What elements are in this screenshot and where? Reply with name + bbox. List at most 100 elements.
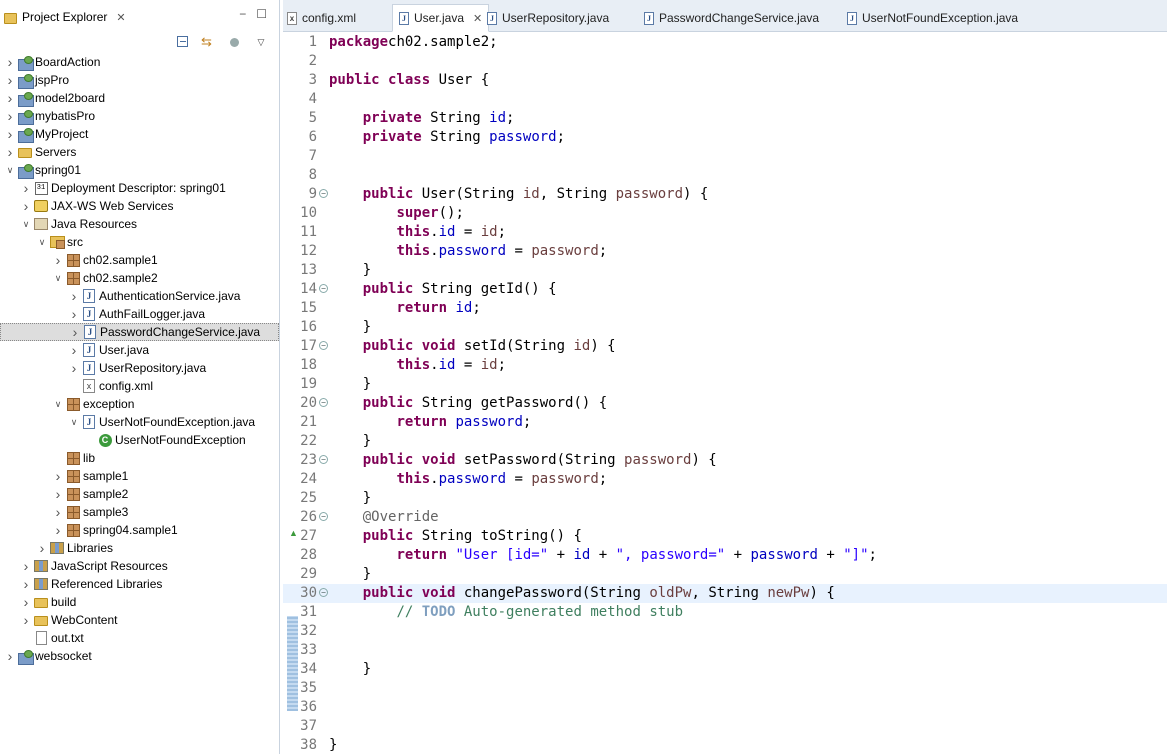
collapsed-chevron-icon[interactable]: › xyxy=(52,251,64,269)
tree-item[interactable]: ∨ ch02.sample2 xyxy=(0,269,279,287)
code-line[interactable]: 9− public User(String id, String passwor… xyxy=(283,185,1167,204)
code-line[interactable]: 29 } xyxy=(283,565,1167,584)
code-line[interactable]: 20− public String getPassword() { xyxy=(283,394,1167,413)
code-line[interactable]: 28 return "User [id=" + id + ", password… xyxy=(283,546,1167,565)
code-line[interactable]: 10 super(); xyxy=(283,204,1167,223)
collapsed-chevron-icon[interactable]: › xyxy=(20,593,32,611)
tree-item[interactable]: › spring04.sample1 xyxy=(0,521,279,539)
fold-toggle-icon[interactable]: − xyxy=(319,512,328,521)
filter-icon[interactable] xyxy=(227,34,243,50)
collapsed-chevron-icon[interactable]: › xyxy=(4,125,16,143)
code-line[interactable]: 24 this.password = password; xyxy=(283,470,1167,489)
code-line[interactable]: 3 public class User { xyxy=(283,71,1167,90)
code-line[interactable]: 18 this.id = id; xyxy=(283,356,1167,375)
tree-item[interactable]: › J User.java xyxy=(0,341,279,359)
collapse-all-icon[interactable] xyxy=(175,34,191,50)
expanded-chevron-icon[interactable]: ∨ xyxy=(36,233,48,251)
tree-item[interactable]: › JAX-WS Web Services xyxy=(0,197,279,215)
code-line[interactable]: 32 xyxy=(283,622,1167,641)
tree-item[interactable]: › websocket xyxy=(0,647,279,665)
code-line[interactable]: 35 xyxy=(283,679,1167,698)
tree-item[interactable]: › sample3 xyxy=(0,503,279,521)
link-with-editor-icon[interactable]: ⇆ xyxy=(201,34,217,50)
expanded-chevron-icon[interactable]: ∨ xyxy=(52,395,64,413)
code-line[interactable]: 27 ▲ public String toString() { xyxy=(283,527,1167,546)
code-line[interactable]: 31 // TODO Auto-generated method stub xyxy=(283,603,1167,622)
collapsed-chevron-icon[interactable]: › xyxy=(20,197,32,215)
code-line[interactable]: 38} xyxy=(283,736,1167,754)
tree-item[interactable]: › BoardAction xyxy=(0,53,279,71)
tree-item[interactable]: › jspPro xyxy=(0,71,279,89)
collapsed-chevron-icon[interactable]: › xyxy=(4,107,16,125)
tree-item[interactable]: › J UserRepository.java xyxy=(0,359,279,377)
collapsed-chevron-icon[interactable]: › xyxy=(20,179,32,197)
collapsed-chevron-icon[interactable]: › xyxy=(68,359,80,377)
code-line[interactable]: 25 } xyxy=(283,489,1167,508)
code-line[interactable]: 4 xyxy=(283,90,1167,109)
code-line[interactable]: 16 } xyxy=(283,318,1167,337)
collapsed-chevron-icon[interactable]: › xyxy=(4,143,16,161)
code-line[interactable]: 12 this.password = password; xyxy=(283,242,1167,261)
code-line[interactable]: 19 } xyxy=(283,375,1167,394)
code-line[interactable]: 26− @Override xyxy=(283,508,1167,527)
collapsed-chevron-icon[interactable]: › xyxy=(4,71,16,89)
tree-item[interactable]: › model2board xyxy=(0,89,279,107)
collapsed-chevron-icon[interactable]: › xyxy=(36,539,48,557)
tree-item[interactable]: ∨ Java Resources xyxy=(0,215,279,233)
tree-item[interactable]: › mybatisPro xyxy=(0,107,279,125)
code-line[interactable]: 36 xyxy=(283,698,1167,717)
fold-toggle-icon[interactable]: − xyxy=(319,189,328,198)
tree-item[interactable]: › Libraries xyxy=(0,539,279,557)
code-line[interactable]: 7 xyxy=(283,147,1167,166)
expanded-chevron-icon[interactable]: ∨ xyxy=(52,269,64,287)
tree-item[interactable]: x config.xml xyxy=(0,377,279,395)
code-line[interactable]: 1 packagech02.sample2; xyxy=(283,33,1167,52)
tree-item[interactable]: ∨ src xyxy=(0,233,279,251)
expanded-chevron-icon[interactable]: ∨ xyxy=(68,413,80,431)
expanded-chevron-icon[interactable]: ∨ xyxy=(4,161,16,179)
code-line[interactable]: 5 private String id; xyxy=(283,109,1167,128)
collapsed-chevron-icon[interactable]: › xyxy=(20,557,32,575)
fold-toggle-icon[interactable]: − xyxy=(319,455,328,464)
code-line[interactable]: 15 return id; xyxy=(283,299,1167,318)
code-line[interactable]: 13 } xyxy=(283,261,1167,280)
tree-item[interactable]: › 31 Deployment Descriptor: spring01 xyxy=(0,179,279,197)
code-line[interactable]: 2 xyxy=(283,52,1167,71)
tree-item[interactable]: lib xyxy=(0,449,279,467)
collapsed-chevron-icon[interactable]: › xyxy=(68,305,80,323)
fold-toggle-icon[interactable]: − xyxy=(319,284,328,293)
code-line[interactable]: 22 } xyxy=(283,432,1167,451)
code-line[interactable]: 33 xyxy=(283,641,1167,660)
tree-item[interactable]: › WebContent xyxy=(0,611,279,629)
collapsed-chevron-icon[interactable]: › xyxy=(20,611,32,629)
tree-item[interactable]: › MyProject xyxy=(0,125,279,143)
collapsed-chevron-icon[interactable]: › xyxy=(52,467,64,485)
collapsed-chevron-icon[interactable]: › xyxy=(69,323,81,341)
project-explorer-tab[interactable]: Project Explorer ✕ xyxy=(4,6,126,28)
code-area[interactable]: 1 packagech02.sample2; 2 3 public class User… xyxy=(283,33,1167,754)
code-line[interactable]: 11 this.id = id; xyxy=(283,223,1167,242)
close-icon[interactable]: ✕ xyxy=(116,11,125,24)
editor-tab[interactable]: J UserRepository.java xyxy=(487,7,609,29)
code-line[interactable]: 23− public void setPassword(String passw… xyxy=(283,451,1167,470)
code-line[interactable]: 30− public void changePassword(String ol… xyxy=(283,584,1167,603)
tree-item[interactable]: › sample2 xyxy=(0,485,279,503)
tree-item[interactable]: ∨ exception xyxy=(0,395,279,413)
code-line[interactable]: 37 xyxy=(283,717,1167,736)
view-menu-icon[interactable]: ▽ xyxy=(253,34,269,50)
tree-item[interactable]: › J AuthFailLogger.java xyxy=(0,305,279,323)
minimize-icon[interactable]: − xyxy=(239,7,246,21)
collapsed-chevron-icon[interactable]: › xyxy=(4,647,16,665)
collapsed-chevron-icon[interactable]: › xyxy=(68,287,80,305)
collapsed-chevron-icon[interactable]: › xyxy=(4,89,16,107)
tree-item[interactable]: › build xyxy=(0,593,279,611)
code-line[interactable]: 17− public void setId(String id) { xyxy=(283,337,1167,356)
expanded-chevron-icon[interactable]: ∨ xyxy=(20,215,32,233)
fold-toggle-icon[interactable]: − xyxy=(319,588,328,597)
collapsed-chevron-icon[interactable]: › xyxy=(52,485,64,503)
editor-tab[interactable]: J User.java ✕ xyxy=(392,4,490,32)
close-tab-icon[interactable]: ✕ xyxy=(473,12,482,25)
collapsed-chevron-icon[interactable]: › xyxy=(52,521,64,539)
tree-item[interactable]: out.txt xyxy=(0,629,279,647)
collapsed-chevron-icon[interactable]: › xyxy=(4,53,16,71)
